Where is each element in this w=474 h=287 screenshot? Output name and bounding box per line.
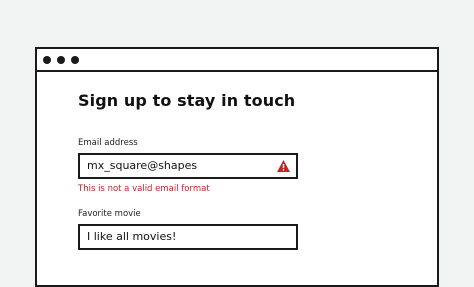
movie-value: I like all movies! (87, 230, 177, 243)
email-error-message: This is not a valid email format (78, 184, 210, 194)
email-field[interactable]: mx_square@shapes (78, 153, 298, 179)
movie-field[interactable]: I like all movies! (78, 224, 298, 250)
warning-icon (277, 160, 290, 172)
window-titlebar (37, 49, 437, 72)
window-control-dot-icon[interactable] (43, 56, 51, 64)
email-value: mx_square@shapes (87, 159, 198, 172)
email-label: Email address (78, 138, 138, 148)
window-control-dot-icon[interactable] (71, 56, 79, 64)
form-title: Sign up to stay in touch (78, 91, 296, 110)
browser-window: Sign up to stay in touch Email address m… (35, 47, 439, 287)
window-control-dot-icon[interactable] (57, 56, 65, 64)
movie-label: Favorite movie (78, 209, 141, 219)
